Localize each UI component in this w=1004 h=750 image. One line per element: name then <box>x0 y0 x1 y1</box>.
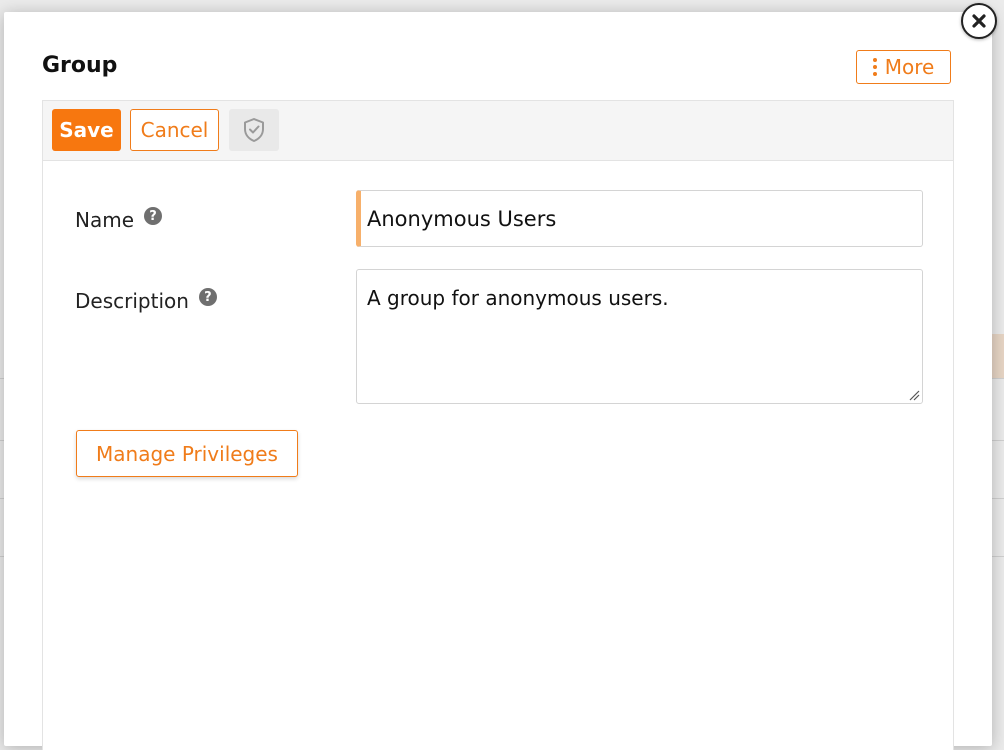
more-button-label: More <box>884 55 935 79</box>
shield-check-icon <box>244 118 264 142</box>
name-input[interactable]: Anonymous Users <box>356 190 923 247</box>
shield-button[interactable] <box>229 109 279 151</box>
manage-privileges-button[interactable]: Manage Privileges <box>76 430 298 477</box>
help-icon[interactable]: ? <box>198 288 217 306</box>
description-label-row: Description ? <box>75 288 217 313</box>
description-textarea[interactable]: A group for anonymous users. <box>356 269 923 404</box>
close-button[interactable] <box>961 3 997 39</box>
kebab-icon <box>872 58 877 76</box>
help-icon[interactable]: ? <box>144 207 163 225</box>
toolbar: Save Cancel <box>43 101 953 161</box>
description-label: Description <box>75 289 189 313</box>
description-text: A group for anonymous users. <box>367 286 669 310</box>
save-button[interactable]: Save <box>52 109 121 151</box>
more-button[interactable]: More <box>856 50 951 84</box>
form-panel: Save Cancel Name ? Anonymous Users Descr… <box>42 100 954 750</box>
name-label: Name <box>75 208 135 232</box>
modal-title: Group <box>42 53 118 78</box>
name-label-row: Name ? <box>75 207 163 232</box>
close-icon <box>972 14 986 28</box>
resize-grip-icon[interactable] <box>906 387 920 401</box>
cancel-button[interactable]: Cancel <box>130 109 219 151</box>
group-modal: Group More Save Cancel Name ? Anonymous … <box>4 12 992 750</box>
